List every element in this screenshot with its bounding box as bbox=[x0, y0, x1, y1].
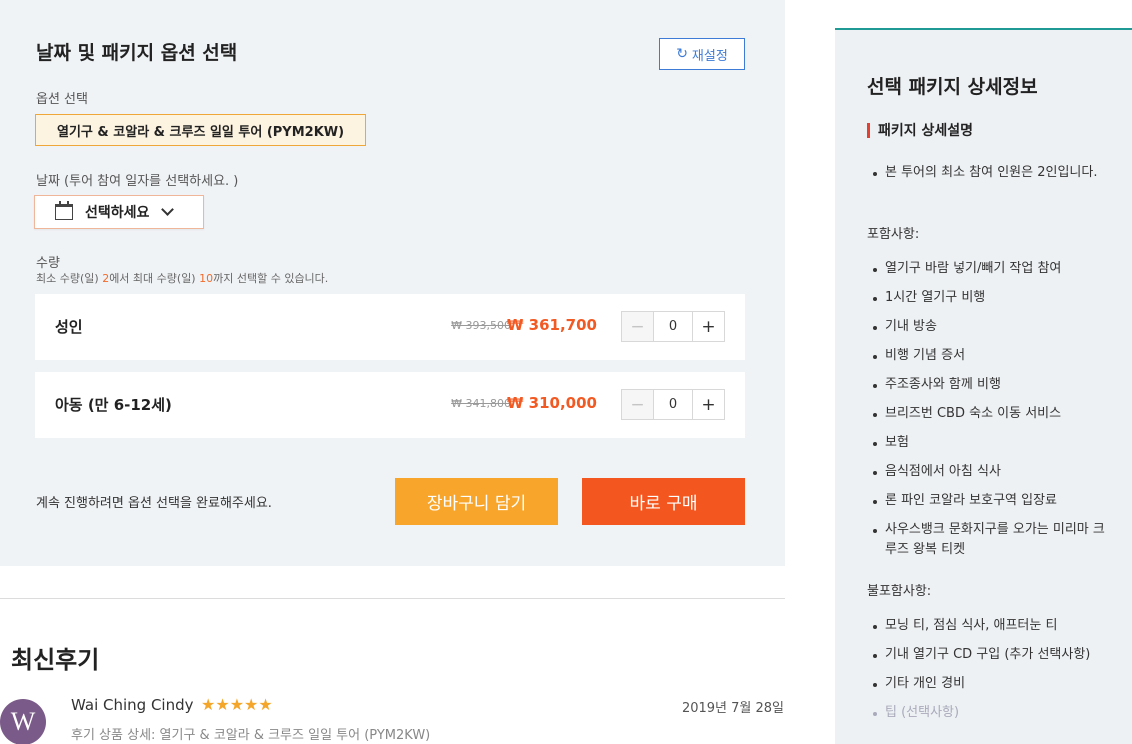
list-item: 브리즈번 CBD 숙소 이동 서비스 bbox=[867, 404, 1107, 424]
list-item: 기내 열기구 CD 구입 (추가 선택사항) bbox=[867, 645, 1107, 665]
reviewer-name: Wai Ching Cindy bbox=[71, 696, 194, 714]
ticket-price: ₩ 361,700 bbox=[506, 316, 597, 334]
ticket-name: 성인 bbox=[55, 318, 83, 336]
chevron-down-icon bbox=[161, 203, 175, 216]
ticket-row-adult: 성인 ₩ 393,500 ₩ 361,700 − 0 + bbox=[35, 294, 745, 360]
avatar: W bbox=[0, 699, 46, 744]
qty-note-text: 에서 최대 수량(일) bbox=[109, 272, 200, 285]
package-detail-panel: 선택 패키지 상세정보 패키지 상세설명 본 투어의 최소 참여 인원은 2인입… bbox=[835, 28, 1132, 744]
qty-note-text: 최소 수량(일) bbox=[36, 272, 103, 285]
included-label: 포함사항: bbox=[867, 227, 920, 242]
ticket-price: ₩ 310,000 bbox=[506, 394, 597, 412]
quantity-stepper: − 0 + bbox=[621, 311, 725, 342]
ticket-row-child: 아동 (만 6-12세) ₩ 341,800 ₩ 310,000 − 0 + bbox=[35, 372, 745, 438]
ticket-original-price: ₩ 393,500 bbox=[451, 319, 511, 332]
list-item: 1시간 열기구 비행 bbox=[867, 288, 1107, 308]
reset-label: 재설정 bbox=[691, 48, 728, 64]
date-label: 날짜 (투어 참여 일자를 선택하세요. ) bbox=[36, 174, 239, 189]
refresh-icon: ↻ bbox=[676, 46, 688, 62]
excluded-label: 불포함사항: bbox=[867, 584, 932, 599]
excluded-list: 모닝 티, 점심 식사, 애프터눈 티 기내 열기구 CD 구입 (추가 선택사… bbox=[867, 616, 1107, 732]
continue-note: 계속 진행하려면 옵션 선택을 완료해주세요. bbox=[36, 496, 272, 511]
quantity-value[interactable]: 0 bbox=[653, 312, 693, 341]
date-select[interactable]: 선택하세요 bbox=[34, 195, 204, 229]
detail-title: 선택 패키지 상세정보 bbox=[867, 76, 1038, 98]
list-item: 본 투어의 최소 참여 인원은 2인입니다. bbox=[867, 163, 1107, 183]
date-placeholder: 선택하세요 bbox=[85, 205, 150, 221]
list-item: 모닝 티, 점심 식사, 애프터눈 티 bbox=[867, 616, 1107, 636]
increment-button[interactable]: + bbox=[693, 390, 724, 419]
section-bar bbox=[867, 122, 870, 138]
qty-max: 10 bbox=[199, 272, 214, 285]
review-date: 2019년 7월 28일 bbox=[681, 701, 784, 716]
list-item: 팁 (선택사항) bbox=[867, 703, 1107, 723]
quantity-label: 수량 bbox=[36, 256, 60, 271]
qty-note-text: 까지 선택할 수 있습니다. bbox=[213, 272, 329, 285]
reviews-title: 최신후기 bbox=[11, 646, 100, 674]
list-item: 음식점에서 아침 식사 bbox=[867, 462, 1107, 482]
list-item: 기타 개인 경비 bbox=[867, 674, 1107, 694]
section-title-text: 패키지 상세설명 bbox=[878, 123, 974, 139]
star-rating: ★★★★★ bbox=[201, 695, 273, 714]
add-to-cart-button[interactable]: 장바구니 담기 bbox=[395, 478, 558, 525]
decrement-button[interactable]: − bbox=[622, 312, 653, 341]
list-item: 보험 bbox=[867, 433, 1107, 453]
package-option-chip[interactable]: 열기구 & 코알라 & 크루즈 일일 투어 (PYM2KW) bbox=[35, 114, 367, 146]
options-title: 날짜 및 패키지 옵션 선택 bbox=[36, 42, 238, 64]
intro-list: 본 투어의 최소 참여 인원은 2인입니다. bbox=[867, 163, 1107, 192]
buy-now-button[interactable]: 바로 구매 bbox=[582, 478, 745, 525]
ticket-name: 아동 (만 6-12세) bbox=[55, 396, 172, 414]
section-divider bbox=[0, 598, 785, 599]
included-list: 열기구 바람 넣기/빼기 작업 참여 1시간 열기구 비행 기내 방송 비행 기… bbox=[867, 259, 1107, 569]
list-item: 사우스뱅크 문화지구를 오가는 미리마 크루즈 왕복 티켓 bbox=[867, 520, 1107, 560]
list-item: 주조종사와 함께 비행 bbox=[867, 375, 1107, 395]
review-package: 후기 상품 상세: 열기구 & 코알라 & 크루즈 일일 투어 (PYM2KW) bbox=[71, 728, 431, 743]
decrement-button[interactable]: − bbox=[622, 390, 653, 419]
list-item: 론 파인 코알라 보호구역 입장료 bbox=[867, 491, 1107, 511]
quantity-stepper: − 0 + bbox=[621, 389, 725, 420]
list-item: 기내 방송 bbox=[867, 317, 1107, 337]
option-label: 옵션 선택 bbox=[36, 92, 88, 107]
options-panel: 날짜 및 패키지 옵션 선택 ↻ 재설정 옵션 선택 열기구 & 코알라 & 크… bbox=[0, 0, 785, 566]
section-title: 패키지 상세설명 bbox=[867, 120, 973, 140]
quantity-value[interactable]: 0 bbox=[653, 390, 693, 419]
increment-button[interactable]: + bbox=[693, 312, 724, 341]
quantity-note: 최소 수량(일) 2에서 최대 수량(일) 10까지 선택할 수 있습니다. bbox=[36, 270, 328, 286]
calendar-icon bbox=[55, 201, 73, 220]
ticket-original-price: ₩ 341,800 bbox=[451, 397, 511, 410]
list-item: 열기구 바람 넣기/빼기 작업 참여 bbox=[867, 259, 1107, 279]
list-item: 비행 기념 증서 bbox=[867, 346, 1107, 366]
reset-button[interactable]: ↻ 재설정 bbox=[659, 38, 745, 70]
